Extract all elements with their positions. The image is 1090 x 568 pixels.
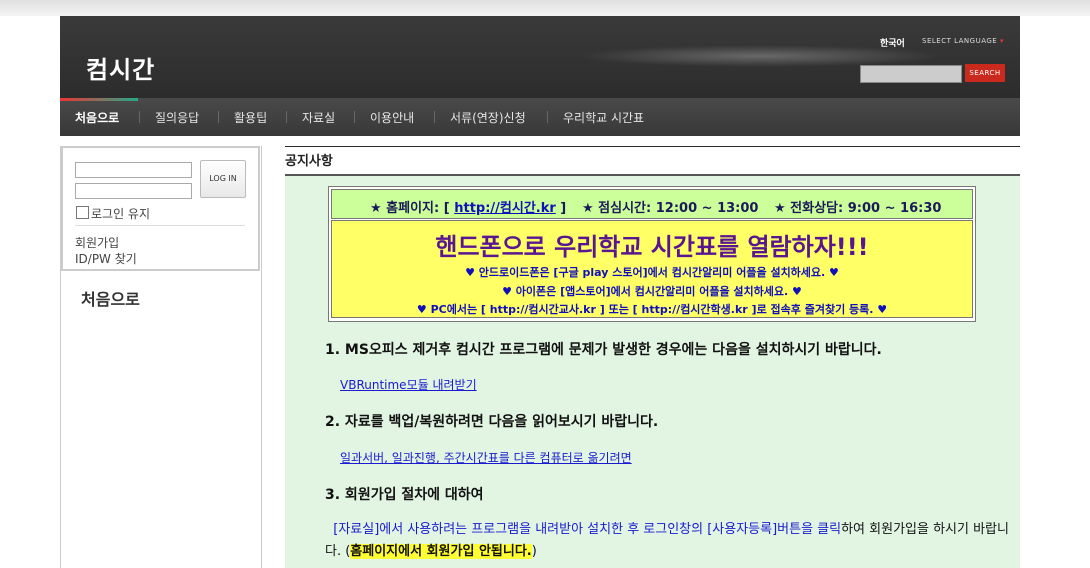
lunch-hours: ★ 점심시간: 12:00 ~ 13:00 — [582, 201, 759, 216]
info-row: ★ 홈페이지: [ http://컴시간.kr ] ★ 점심시간: 12:00 … — [331, 189, 973, 219]
nav-divider — [354, 111, 355, 123]
find-account-link[interactable]: ID/PW 찾기 — [75, 250, 137, 267]
sidebar: LOG IN 로그인 유지 회원가입 ID/PW 찾기 처음으로 — [60, 146, 262, 568]
homepage-prefix: ★ 홈페이지: [ — [370, 201, 455, 216]
language-select-label: SELECT LANGUAGE — [922, 37, 998, 45]
nav-divider — [139, 111, 140, 123]
signup-instructions: [자료실]에서 사용하려는 프로그램을 내려받아 설치한 후 로그인창의 [사용… — [333, 522, 842, 537]
nav-divider — [547, 111, 548, 123]
nav-item-application[interactable]: 서류(연장)신청 — [450, 98, 526, 136]
homepage-info: ★ 홈페이지: [ http://컴시간.kr ] — [370, 197, 566, 216]
language-current[interactable]: 한국어 — [880, 36, 905, 49]
login-button[interactable]: LOG IN — [200, 160, 246, 198]
vbruntime-download-link[interactable]: VBRuntime모듈 내려받기 — [340, 376, 477, 393]
keep-login-checkbox[interactable] — [76, 206, 89, 219]
chevron-down-icon: ▾ — [999, 37, 1004, 45]
app-promo: 핸드폰으로 우리학교 시간표를 열람하자!!! ♥ 안드로이드폰은 [구글 pl… — [331, 220, 973, 318]
section-3-heading: 3. 회원가입 절차에 대하여 — [325, 487, 484, 503]
search-input[interactable] — [860, 65, 962, 83]
signup-warning: 홈페이지에서 회원가입 안됩니다. — [350, 544, 532, 559]
sidebar-home-heading[interactable]: 처음으로 — [81, 286, 140, 310]
main-content: 공지사항 ★ 홈페이지: [ http://컴시간.kr ] ★ 점심시간: 1… — [285, 146, 1020, 568]
iphone-line: ♥ 아이폰은 [앱스토어]에서 컴시간알리미 어플을 설치하세요. ♥ — [502, 285, 802, 298]
search-button[interactable]: SEARCH — [965, 64, 1005, 82]
nav-item-timetable[interactable]: 우리학교 시간표 — [563, 98, 644, 136]
android-line: ♥ 안드로이드폰은 [구글 play 스토어]에서 컴시간알리미 어플을 설치하… — [465, 266, 839, 279]
nav-divider — [286, 111, 287, 123]
notice-box: ★ 홈페이지: [ http://컴시간.kr ] ★ 점심시간: 12:00 … — [328, 186, 976, 322]
divider — [75, 225, 245, 226]
phone-hours: ★ 전화상담: 9:00 ~ 16:30 — [774, 201, 942, 216]
content-title-bar: 공지사항 — [285, 146, 1020, 176]
nav-item-downloads[interactable]: 자료실 — [302, 98, 335, 136]
main-nav: 처음으로 질의응답 활용팁 자료실 이용안내 서류(연장)신청 우리학교 시간표 — [60, 98, 1020, 136]
language-select[interactable]: SELECT LANGUAGE ▾ — [922, 37, 1004, 45]
nav-divider — [218, 111, 219, 123]
nav-item-home[interactable]: 처음으로 — [75, 98, 119, 136]
page-title: 공지사항 — [285, 154, 333, 169]
password-field[interactable] — [75, 183, 192, 199]
top-band — [0, 0, 1090, 16]
backup-guide-link[interactable]: 일과서버, 일과진행, 주간시간표를 다른 컴퓨터로 옮기려면 — [340, 449, 632, 466]
login-box: LOG IN 로그인 유지 회원가입 ID/PW 찾기 — [61, 146, 260, 271]
nav-item-tips[interactable]: 활용팁 — [234, 98, 267, 136]
section-2-heading: 2. 자료를 백업/복원하려면 다음을 읽어보시기 바랍니다. — [325, 414, 659, 430]
signup-end: ) — [531, 544, 537, 559]
signup-paragraph: [자료실]에서 사용하려는 프로그램을 내려받아 설치한 후 로그인창의 [사용… — [325, 519, 1020, 563]
section-1-heading: 1. MS오피스 제거후 컴시간 프로그램에 문제가 발생한 경우에는 다음을 … — [325, 342, 882, 358]
pc-line: ♥ PC에서는 [ http://컴시간교사.kr ] 또는 [ http://… — [416, 303, 888, 316]
homepage-suffix: ] — [555, 201, 567, 216]
nav-item-guide[interactable]: 이용안내 — [370, 98, 414, 136]
homepage-link[interactable]: http://컴시간.kr — [454, 201, 556, 216]
keep-login-label[interactable]: 로그인 유지 — [91, 205, 150, 222]
nav-item-qna[interactable]: 질의응답 — [155, 98, 199, 136]
site-title[interactable]: 컴시간 — [86, 50, 155, 85]
signup-link[interactable]: 회원가입 — [75, 234, 119, 251]
nav-divider — [434, 111, 435, 123]
username-field[interactable] — [75, 162, 192, 178]
promo-headline: 핸드폰으로 우리학교 시간표를 열람하자!!! — [435, 233, 869, 261]
header: 컴시간 한국어 SELECT LANGUAGE ▾ SEARCH — [60, 16, 1020, 98]
